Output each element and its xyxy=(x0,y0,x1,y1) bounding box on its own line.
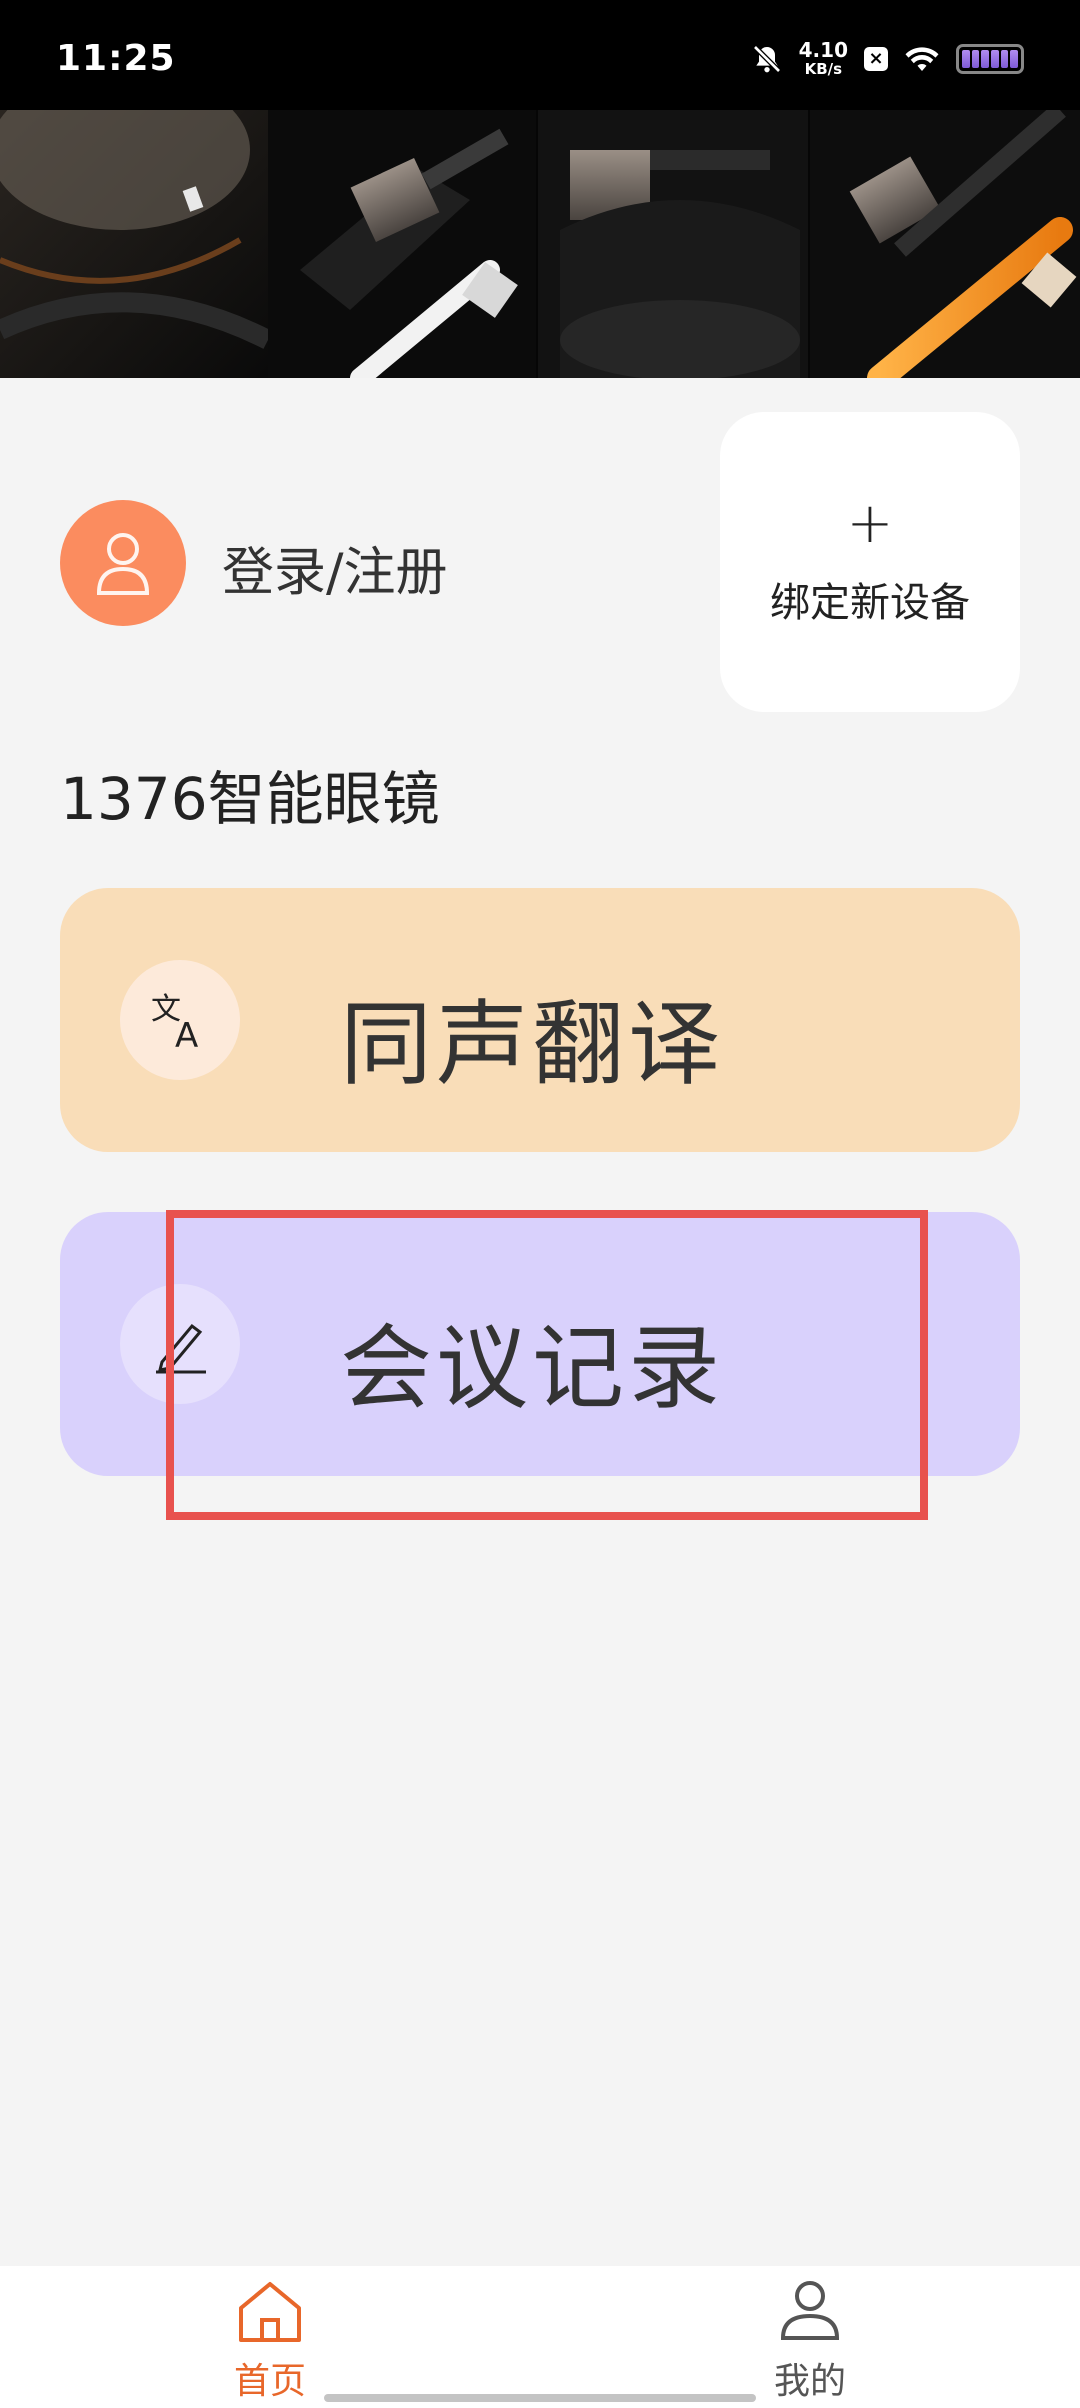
avatar[interactable] xyxy=(60,500,186,626)
nav-mine[interactable]: 我的 xyxy=(710,2278,910,2404)
home-indicator[interactable] xyxy=(324,2394,756,2402)
pencil-icon xyxy=(156,1323,206,1374)
nav-home[interactable]: 首页 xyxy=(170,2278,370,2404)
nav-mine-label: 我的 xyxy=(773,2361,846,2402)
wifi-icon xyxy=(905,46,939,71)
bell-off-icon xyxy=(752,44,781,73)
feature-label: 会议记录 xyxy=(340,1315,725,1422)
bottom-nav: 首页 我的 xyxy=(0,2266,1080,2408)
hero-image xyxy=(0,110,1080,378)
net-speed: 4.10 KB/s xyxy=(798,38,848,78)
feature-label: 同声翻译 xyxy=(340,991,725,1098)
feature-card-meeting[interactable]: 会议记录 xyxy=(60,1212,1020,1476)
user-icon xyxy=(96,533,150,595)
nav-home-label: 首页 xyxy=(233,2361,306,2402)
status-time: 11:25 xyxy=(56,38,176,79)
x-notification-icon: × xyxy=(864,46,888,71)
bind-device-label: 绑定新设备 xyxy=(770,580,970,626)
battery-icon xyxy=(956,43,1024,74)
status-icons: 4.10 KB/s × xyxy=(751,40,1024,77)
bind-new-device-button[interactable]: + 绑定新设备 xyxy=(720,412,1020,712)
home-icon xyxy=(239,2282,301,2342)
person-icon xyxy=(780,2281,840,2340)
translate-icon-circle: 文 A xyxy=(120,960,240,1080)
pencil-icon-circle xyxy=(120,1284,240,1404)
plus-icon: + xyxy=(846,491,894,556)
device-title: 1376智能眼镜 xyxy=(60,765,440,833)
feature-card-translate[interactable]: 文 A 同声翻译 xyxy=(60,888,1020,1152)
hero-banner xyxy=(0,110,1080,378)
login-register-link[interactable]: 登录/注册 xyxy=(222,530,448,605)
status-bar: 11:25 4.10 KB/s × xyxy=(0,0,1080,110)
svg-text:A: A xyxy=(175,1016,198,1055)
translate-icon: 文 A xyxy=(151,992,198,1055)
